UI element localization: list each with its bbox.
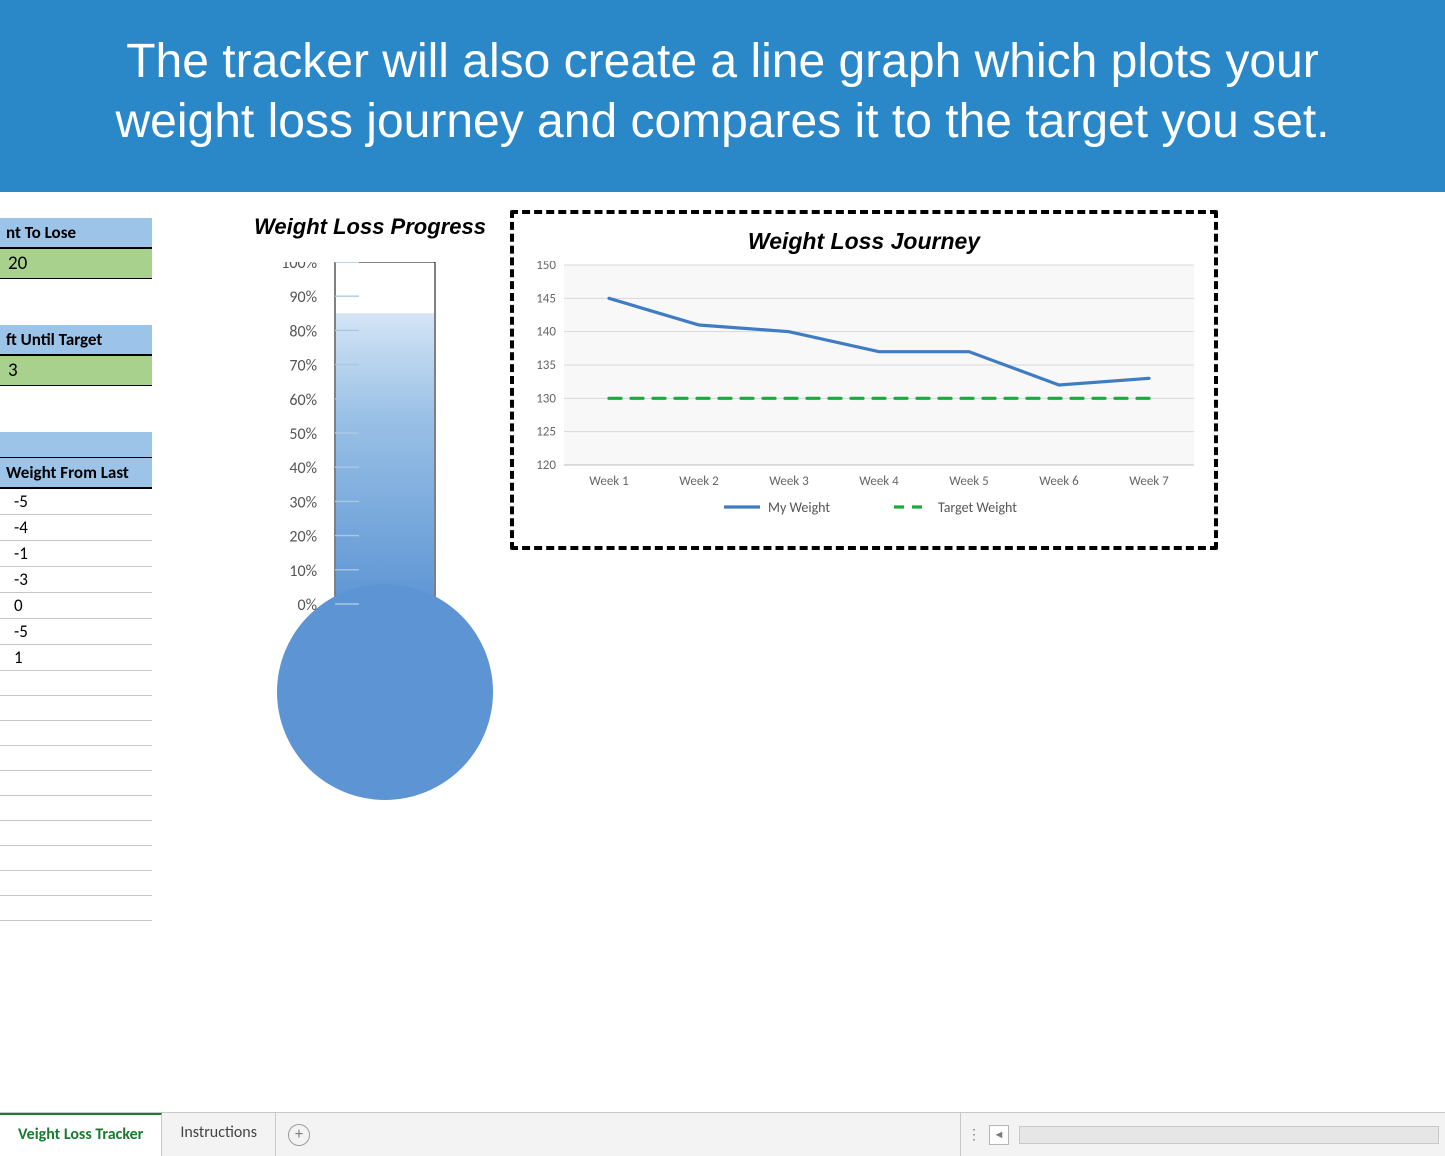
table-row[interactable]: 1 xyxy=(0,645,152,671)
svg-text:130: 130 xyxy=(536,391,556,406)
journey-svg: 120 125 130 135 140 145 150 Week 1 Week 2 Week 3 W… xyxy=(524,261,1204,531)
svg-text:140: 140 xyxy=(536,325,556,340)
table-row[interactable] xyxy=(0,796,152,821)
tab-instructions[interactable]: Instructions xyxy=(162,1113,276,1156)
svg-text:My Weight: My Weight xyxy=(768,499,830,516)
svg-text:Week 1: Week 1 xyxy=(589,474,628,489)
table-row[interactable]: -5 xyxy=(0,489,152,515)
svg-text:60%: 60% xyxy=(289,391,317,410)
table-header-weight-from-last: Weight From Last xyxy=(0,458,152,489)
add-sheet-button[interactable]: + xyxy=(276,1113,322,1156)
journey-chart-frame: Weight Loss Journey 120 125 130 135 140 145 15… xyxy=(510,210,1218,550)
table-row[interactable] xyxy=(0,846,152,871)
svg-text:Week 6: Week 6 xyxy=(1039,474,1079,489)
plus-icon: + xyxy=(288,1124,310,1146)
table-row[interactable] xyxy=(0,871,152,896)
spacer xyxy=(0,386,152,432)
thermometer-title: Weight Loss Progress xyxy=(225,214,515,240)
sheet-tab-bar: Veight Loss Tracker Instructions + ⋮ ◄ xyxy=(0,1112,1445,1156)
label-weight-to-lose: nt To Lose xyxy=(0,218,152,249)
table-header-blank xyxy=(0,432,152,458)
table-row[interactable] xyxy=(0,696,152,721)
svg-text:100%: 100% xyxy=(281,262,317,273)
value-weight-to-lose[interactable]: 20 xyxy=(0,249,152,279)
spacer xyxy=(0,279,152,325)
table-row[interactable]: -4 xyxy=(0,515,152,541)
svg-text:Week 4: Week 4 xyxy=(859,474,899,489)
scroll-left-button[interactable]: ◄ xyxy=(989,1125,1009,1145)
table-row[interactable] xyxy=(0,746,152,771)
svg-text:Week 2: Week 2 xyxy=(679,474,719,489)
thermometer-svg: 100% 90% 80% 70% 60% 50% 40% 30% 20% 10% 0% xyxy=(230,262,510,822)
svg-text:80%: 80% xyxy=(289,322,317,341)
tab-weight-loss-tracker[interactable]: Veight Loss Tracker xyxy=(0,1113,162,1156)
table-row[interactable] xyxy=(0,721,152,746)
svg-text:Week 3: Week 3 xyxy=(769,474,809,489)
table-row[interactable]: -5 xyxy=(0,619,152,645)
table-row[interactable] xyxy=(0,671,152,696)
workspace: nt To Lose 20 ft Until Target 3 Weight F… xyxy=(0,192,1445,1112)
scroll-track[interactable] xyxy=(1019,1126,1439,1144)
svg-text:50%: 50% xyxy=(289,425,317,444)
svg-text:30%: 30% xyxy=(289,493,317,512)
svg-text:145: 145 xyxy=(536,291,556,306)
svg-text:Week 7: Week 7 xyxy=(1129,474,1169,489)
tab-spacer xyxy=(322,1113,960,1156)
table-row[interactable] xyxy=(0,771,152,796)
svg-text:150: 150 xyxy=(536,261,556,273)
table-row[interactable] xyxy=(0,821,152,846)
banner-text: The tracker will also create a line grap… xyxy=(60,32,1385,152)
table-row[interactable]: 0 xyxy=(0,593,152,619)
svg-text:135: 135 xyxy=(536,358,556,373)
svg-text:20%: 20% xyxy=(289,528,317,547)
svg-text:Week 5: Week 5 xyxy=(949,474,988,489)
svg-text:Target Weight: Target Weight xyxy=(938,499,1017,516)
value-until-target[interactable]: 3 xyxy=(0,356,152,386)
svg-text:10%: 10% xyxy=(289,562,317,581)
table-row[interactable]: -1 xyxy=(0,541,152,567)
banner: The tracker will also create a line grap… xyxy=(0,0,1445,192)
svg-text:90%: 90% xyxy=(289,288,317,307)
svg-text:70%: 70% xyxy=(289,357,317,376)
table-row[interactable]: -3 xyxy=(0,567,152,593)
drag-handle-icon[interactable]: ⋮ xyxy=(967,1126,983,1143)
tab-label: Veight Loss Tracker xyxy=(18,1125,143,1144)
svg-text:40%: 40% xyxy=(289,459,317,478)
journey-title: Weight Loss Journey xyxy=(524,228,1204,255)
svg-text:120: 120 xyxy=(536,458,556,473)
left-column: nt To Lose 20 ft Until Target 3 Weight F… xyxy=(0,218,152,921)
thermometer-chart: Weight Loss Progress 100% 90% 80% 70% 60% 50%… xyxy=(225,214,515,822)
svg-text:0%: 0% xyxy=(297,596,317,615)
horizontal-scroll-control: ⋮ ◄ xyxy=(960,1113,1445,1156)
label-until-target: ft Until Target xyxy=(0,325,152,356)
table-row[interactable] xyxy=(0,896,152,921)
tab-label: Instructions xyxy=(180,1123,257,1142)
svg-text:125: 125 xyxy=(536,425,556,440)
